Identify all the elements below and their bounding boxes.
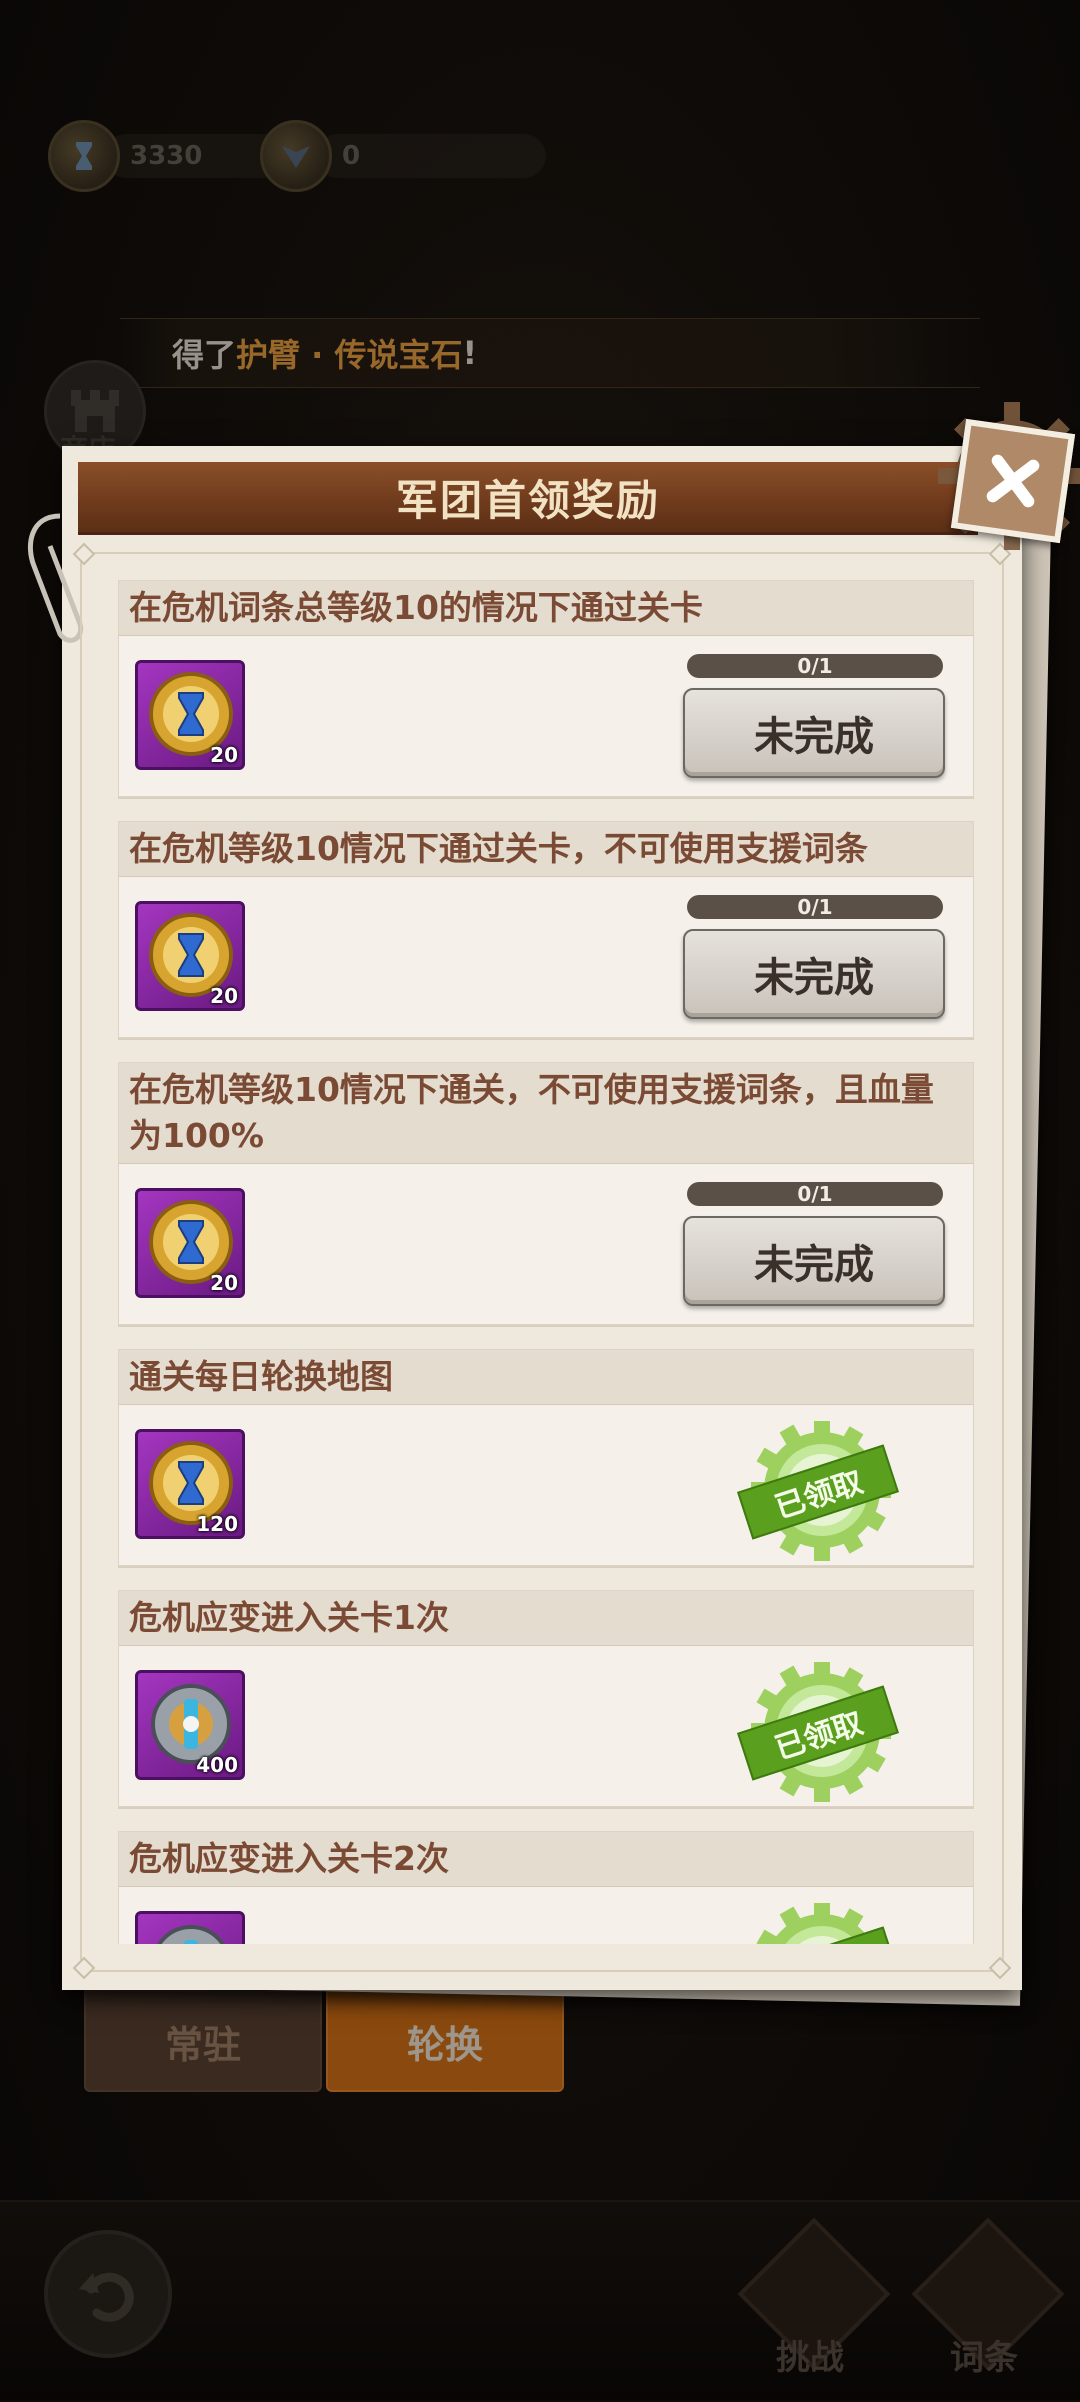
task-item: 在危机词条总等级10的情况下通过关卡 20 0/1 未完成: [118, 580, 974, 797]
currency-value: 0: [342, 141, 361, 171]
close-icon: [986, 454, 1040, 508]
reward-count: 20: [210, 984, 238, 1008]
reward-item[interactable]: 20: [135, 660, 245, 770]
emblem-coin-icon: [260, 120, 332, 192]
task-body: 120 已领取: [119, 1405, 973, 1565]
reward-item[interactable]: [135, 1911, 245, 1944]
task-body: 20 0/1 未完成: [119, 636, 973, 796]
terms-nav-button[interactable]: 词条: [911, 2217, 1065, 2378]
reward-item[interactable]: 120: [135, 1429, 245, 1539]
task-progress: 0/1: [687, 895, 943, 919]
task-body: 20 0/1 未完成: [119, 1164, 973, 1324]
back-button[interactable]: [44, 2230, 172, 2358]
incomplete-button[interactable]: 未完成: [683, 688, 945, 778]
tab-rotate[interactable]: 轮换: [326, 1990, 564, 2092]
task-title: 在危机词条总等级10的情况下通过关卡: [119, 581, 973, 636]
incomplete-button[interactable]: 未完成: [683, 929, 945, 1019]
currency-value: 3330: [130, 141, 203, 171]
modal-paper: 军团首领奖励 在危机词条总等级10的情况下通过关卡 20 0/1 未完成 在危机等级10…: [27, 446, 1022, 1990]
task-item: 危机应变进入关卡2次已领取: [118, 1831, 974, 1944]
reward-count: 20: [210, 743, 238, 767]
acquire-notice: 得了 护臂 · 传说宝石 !: [120, 318, 980, 388]
reward-count: 400: [196, 1753, 238, 1777]
back-arrow-icon: [79, 2272, 134, 2322]
task-body: 已领取: [119, 1887, 973, 1944]
reward-count: 20: [210, 1271, 238, 1295]
reward-count: 120: [196, 1512, 238, 1536]
notice-suffix: !: [462, 334, 478, 372]
task-title: 危机应变进入关卡1次: [119, 1591, 973, 1646]
challenge-nav-button[interactable]: 挑战: [737, 2217, 891, 2378]
notice-item: 护臂 · 传说宝石: [236, 336, 463, 374]
boss-reward-modal: 军团首领奖励 在危机词条总等级10的情况下通过关卡 20 0/1 未完成 在危机等级10…: [27, 402, 1080, 2006]
task-title: 在危机等级10情况下通过关卡，不可使用支援词条: [119, 822, 973, 877]
incomplete-button[interactable]: 未完成: [683, 1216, 945, 1306]
task-item: 通关每日轮换地图 120 已领取: [118, 1349, 974, 1566]
reward-item[interactable]: 20: [135, 901, 245, 1011]
currency-emblem: 0: [260, 120, 546, 192]
task-item: 在危机等级10情况下通过关卡，不可使用支援词条 20 0/1 未完成: [118, 821, 974, 1038]
notice-prefix: 得了: [172, 336, 237, 374]
tab-normal[interactable]: 常驻: [84, 1990, 322, 2092]
reward-item[interactable]: 20: [135, 1188, 245, 1298]
task-item: 危机应变进入关卡1次 400 已领取: [118, 1590, 974, 1807]
currency-hourglass: 3330: [48, 120, 304, 192]
claimed-stamp: 已领取: [737, 1897, 899, 1944]
reward-item[interactable]: 400: [135, 1670, 245, 1780]
task-title: 在危机等级10情况下通关，不可使用支援词条，且血量为100%: [119, 1063, 973, 1164]
close-button[interactable]: [950, 418, 1076, 544]
task-progress: 0/1: [687, 654, 943, 678]
task-list[interactable]: 在危机词条总等级10的情况下通过关卡 20 0/1 未完成 在危机等级10情况下通过关卡…: [118, 580, 974, 1944]
claimed-stamp: 已领取: [737, 1415, 899, 1565]
task-body: 20 0/1 未完成: [119, 877, 973, 1037]
task-item: 在危机等级10情况下通关，不可使用支援词条，且血量为100% 20 0/1 未完成: [118, 1062, 974, 1325]
terms-label: 词条: [950, 2338, 1018, 2378]
claimed-stamp: 已领取: [737, 1656, 899, 1806]
task-progress: 0/1: [687, 1182, 943, 1206]
task-body: 400 已领取: [119, 1646, 973, 1806]
mechanical-part-icon: [156, 1925, 226, 1944]
modal-title: 军团首领奖励: [78, 462, 978, 535]
task-title: 危机应变进入关卡2次: [119, 1832, 973, 1887]
challenge-label: 挑战: [776, 2338, 844, 2378]
hourglass-coin-icon: [48, 120, 120, 192]
task-title: 通关每日轮换地图: [119, 1350, 973, 1405]
